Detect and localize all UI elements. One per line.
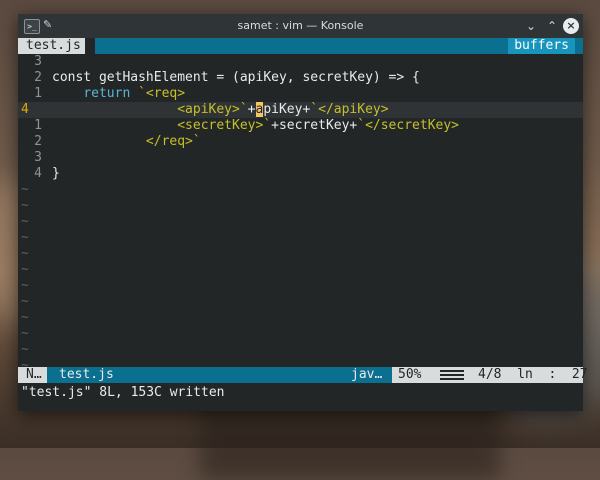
tilde-marker: ~ <box>21 294 29 309</box>
vim-tabline: test.js buffers <box>18 38 583 54</box>
line-number: 1 <box>34 118 42 133</box>
empty-line-row: ~ <box>18 214 583 230</box>
status-filename: test.js <box>59 367 114 382</box>
code-token: <secretKey>` <box>52 118 272 133</box>
code-text[interactable]: <apiKey>`+apiKey+`</apiKey> <box>52 102 389 118</box>
tilde-marker: ~ <box>21 326 29 341</box>
code-token: +secretKey+ <box>271 118 358 133</box>
code-line[interactable]: 3 <box>18 150 583 166</box>
window-titlebar[interactable]: >_ ✎ samet : vim — Konsole ⌄ ⌃ × <box>18 14 583 38</box>
code-text[interactable]: </req>` <box>52 134 201 150</box>
line-number: 1 <box>34 86 42 101</box>
code-line[interactable]: 2 const getHashElement = (apiKey, secretK… <box>18 70 583 86</box>
line-number: 4 <box>21 102 29 117</box>
empty-line-row: ~ <box>18 198 583 214</box>
code-text[interactable]: } <box>52 166 60 182</box>
line-number: 2 <box>34 134 42 149</box>
empty-line-row: ~ <box>18 230 583 246</box>
code-token: `</apiKey> <box>310 102 389 117</box>
code-line[interactable]: 4} <box>18 166 583 182</box>
minimize-icon[interactable]: ⌄ <box>523 18 539 34</box>
tilde-marker: ~ <box>21 230 29 245</box>
code-token: + <box>247 102 256 117</box>
empty-line-row: ~ <box>18 262 583 278</box>
tilde-marker: ~ <box>21 246 29 261</box>
status-cursor-position: 4/8 ln : 27 <box>478 367 588 382</box>
line-number: 2 <box>34 70 42 85</box>
terminal-area[interactable]: test.js buffers 3 2 const getHashElement =… <box>18 38 588 411</box>
empty-line-row: ~ <box>18 342 583 358</box>
empty-line-row: ~ <box>18 294 583 310</box>
code-line[interactable]: 1 <secretKey>`+secretKey+`</secretKey> <box>18 118 583 134</box>
line-number: 3 <box>34 150 42 165</box>
empty-line-row: ~ <box>18 182 583 198</box>
code-token: return <box>83 86 131 101</box>
empty-line-row: ~ <box>18 310 583 326</box>
code-token: `<req> <box>130 86 186 101</box>
code-text[interactable]: return `<req> <box>52 86 185 102</box>
close-icon[interactable]: × <box>563 18 579 34</box>
code-token: piKey+ <box>263 102 311 117</box>
code-token: const getHashElement = (apiKey, secretKe… <box>52 70 420 85</box>
mode-indicator: N… <box>18 367 47 383</box>
empty-line-row: ~ <box>18 246 583 262</box>
tab-test-js[interactable]: test.js <box>18 38 85 54</box>
code-line-current[interactable]: 4 <apiKey>`+apiKey+`</apiKey> <box>18 102 583 118</box>
tilde-marker: ~ <box>21 198 29 213</box>
status-position-block: 50% 4/8 ln : 27 <box>392 367 588 383</box>
tilde-marker: ~ <box>21 278 29 293</box>
empty-line-row: ~ <box>18 326 583 342</box>
window-title: samet : vim — Konsole <box>237 19 364 32</box>
status-percent: 50% <box>398 367 422 382</box>
tilde-marker: ~ <box>21 310 29 325</box>
code-line[interactable]: 3 <box>18 54 583 70</box>
vim-command-line[interactable]: "test.js" 8L, 153C written <box>21 385 586 401</box>
code-text[interactable]: const getHashElement = (apiKey, secretKe… <box>52 70 420 86</box>
line-number: 4 <box>34 166 42 181</box>
tilde-marker: ~ <box>21 182 29 197</box>
tilde-marker: ~ <box>21 214 29 229</box>
tilde-marker: ~ <box>21 342 29 357</box>
empty-line-row: ~ <box>18 278 583 294</box>
status-filetype: jav… <box>351 367 383 382</box>
code-text[interactable]: <secretKey>`+secretKey+`</secretKey> <box>52 118 459 134</box>
konsole-window: >_ ✎ samet : vim — Konsole ⌄ ⌃ × test.js… <box>18 14 588 411</box>
code-token: </req>` <box>52 134 201 149</box>
code-line[interactable]: 1 return `<req> <box>18 86 583 102</box>
buffers-label: buffers <box>508 38 575 54</box>
vim-statusline: N… test.js jav… 50% 4/8 ln : 27 <box>18 367 588 383</box>
scroll-bars-icon <box>440 370 464 380</box>
tilde-marker: ~ <box>21 262 29 277</box>
code-token: <apiKey>` <box>52 102 248 117</box>
maximize-icon[interactable]: ⌃ <box>544 18 560 34</box>
code-token: `</secretKey> <box>357 118 459 133</box>
code-line[interactable]: 2 </req>` <box>18 134 583 150</box>
line-number: 3 <box>34 54 42 69</box>
code-token: } <box>52 166 60 181</box>
